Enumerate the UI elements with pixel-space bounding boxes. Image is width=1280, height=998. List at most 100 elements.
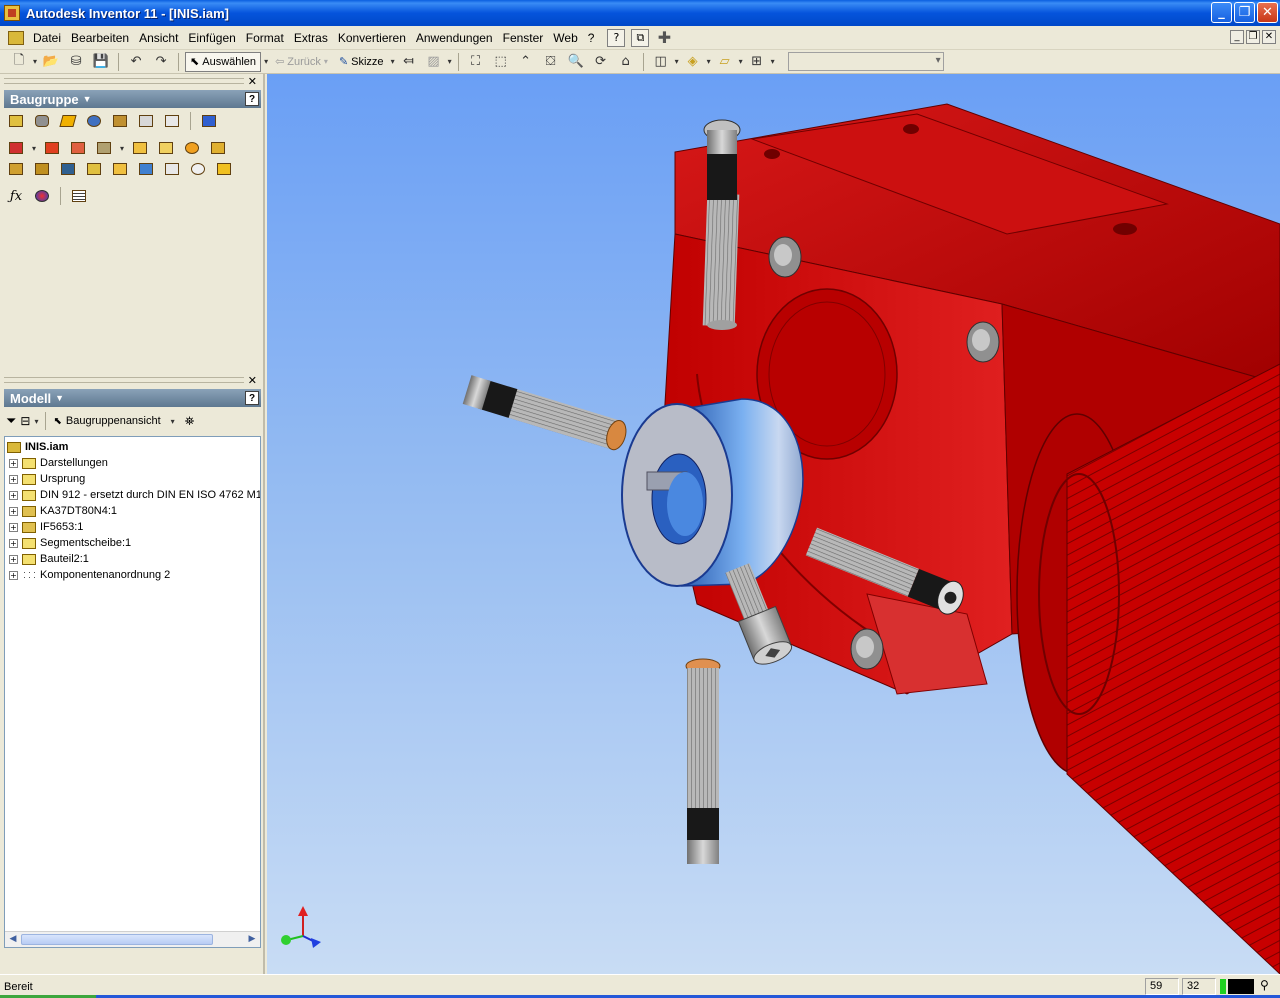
zoom-icon[interactable]: ⌃: [515, 52, 537, 72]
hierarchy-icon[interactable]: ⊟: [20, 414, 30, 428]
menu-datei[interactable]: Datei: [28, 31, 66, 45]
expand-icon[interactable]: +: [9, 506, 18, 516]
menu-help[interactable]: ?: [583, 31, 600, 45]
extrude-icon[interactable]: [6, 160, 26, 178]
tree-root[interactable]: INIS.iam: [5, 439, 260, 455]
add-icon[interactable]: ✚: [655, 28, 673, 47]
work-axis-icon[interactable]: [156, 139, 176, 157]
motor-body[interactable]: [1016, 363, 1280, 974]
scroll-thumb[interactable]: [21, 934, 213, 945]
bolt-top[interactable]: [702, 119, 741, 330]
panel-help-icon[interactable]: ?: [245, 92, 259, 106]
redo-icon[interactable]: ↷: [150, 52, 172, 72]
tree-item-darstellungen[interactable]: + Darstellungen: [5, 455, 260, 471]
update-dropdown-icon[interactable]: ▾: [448, 57, 452, 66]
shaded-dropdown-icon[interactable]: ▾: [707, 57, 711, 66]
hole-icon[interactable]: [58, 160, 78, 178]
menu-ansicht[interactable]: Ansicht: [134, 31, 183, 45]
sketch-button[interactable]: ✎ Skizze: [335, 52, 388, 72]
zoom-all-icon[interactable]: ⛶: [465, 52, 487, 72]
assembly-view-dropdown[interactable]: Baugruppenansicht: [66, 415, 161, 427]
help-topics-icon[interactable]: ?: [607, 28, 626, 47]
look-at-icon[interactable]: ⌂: [615, 52, 637, 72]
panel-grip[interactable]: [4, 78, 244, 84]
parameters-fx-icon[interactable]: ƒx: [6, 187, 26, 205]
expand-icon[interactable]: +: [9, 554, 18, 564]
expand-icon[interactable]: +: [9, 490, 18, 500]
assembly-panel-header[interactable]: Baugruppe ▼ ?: [4, 90, 261, 108]
shaded-display-icon[interactable]: ◈: [682, 52, 704, 72]
panel-grip[interactable]: [4, 377, 244, 383]
panel-close-icon[interactable]: ✕: [248, 75, 257, 88]
select-button[interactable]: ⬉ Auswählen: [185, 51, 262, 72]
hierarchy-dropdown-icon[interactable]: ▾: [34, 417, 38, 426]
pattern-component-icon[interactable]: [110, 112, 130, 130]
tree-item-ka37dt80n4[interactable]: + KA37DT80N4:1: [5, 503, 260, 519]
bolt-bottom[interactable]: [685, 658, 721, 864]
back-button[interactable]: ⇦ Zurück ▾: [271, 52, 332, 72]
expand-icon[interactable]: +: [9, 538, 18, 548]
expand-icon[interactable]: +: [9, 522, 18, 532]
section-tool-dropdown-icon[interactable]: ▾: [120, 144, 124, 153]
replace-dropdown-icon[interactable]: ▾: [32, 144, 36, 153]
whats-this-icon[interactable]: ⧉: [631, 28, 650, 47]
circular-pattern-icon[interactable]: [188, 160, 208, 178]
chamfer-icon[interactable]: [84, 160, 104, 178]
tree-item-bauteil2[interactable]: + Bauteil2:1: [5, 551, 260, 567]
create-component-icon[interactable]: [32, 112, 52, 130]
shadow-dropdown-icon[interactable]: ▾: [739, 57, 743, 66]
menu-fenster[interactable]: Fenster: [498, 31, 549, 45]
constraint-icon[interactable]: [199, 112, 219, 130]
close-button[interactable]: ✕: [1257, 2, 1278, 23]
display-mode-icon[interactable]: ◫: [650, 52, 672, 72]
revolve-icon[interactable]: [32, 160, 52, 178]
mirror-feature-icon[interactable]: [214, 160, 234, 178]
inventor-app-icon[interactable]: [4, 5, 20, 21]
project-icon[interactable]: ⛁: [65, 52, 87, 72]
pan-icon[interactable]: ⛋: [540, 52, 562, 72]
move-component-icon[interactable]: [42, 139, 62, 157]
section-dropdown-icon[interactable]: ▾: [771, 57, 775, 66]
menu-format[interactable]: Format: [241, 31, 289, 45]
tree-item-din912[interactable]: + DIN 912 - ersetzt durch DIN EN ISO 476…: [5, 487, 260, 503]
view-dropdown-icon[interactable]: ▾: [171, 417, 175, 426]
mirror-component-icon[interactable]: [136, 112, 156, 130]
open-folder-icon[interactable]: 📂: [40, 52, 62, 72]
model-tree[interactable]: INIS.iam + Darstellungen + Ursprung + DI…: [4, 436, 261, 948]
menu-extras[interactable]: Extras: [289, 31, 333, 45]
zoom-window-icon[interactable]: ⬚: [490, 52, 512, 72]
mdi-close-button[interactable]: ✕: [1262, 30, 1276, 44]
expand-icon[interactable]: +: [9, 570, 18, 580]
zoom-selected-icon[interactable]: 🔍: [565, 52, 587, 72]
tree-item-komponentenanordnung[interactable]: + Komponentenanordnung 2: [5, 567, 260, 583]
fillet-icon[interactable]: [110, 160, 130, 178]
menu-anwendungen[interactable]: Anwendungen: [411, 31, 498, 45]
color-style-combo[interactable]: [787, 52, 944, 71]
tree-item-ursprung[interactable]: + Ursprung: [5, 471, 260, 487]
hub-segment-washer[interactable]: [621, 398, 804, 587]
sketch-dropdown-icon[interactable]: ▾: [391, 57, 395, 66]
replace-component-icon[interactable]: [6, 139, 26, 157]
panel-help-icon[interactable]: ?: [245, 391, 259, 405]
new-dropdown-icon[interactable]: ▾: [33, 57, 37, 66]
rotate-icon[interactable]: ⟳: [590, 52, 612, 72]
minimize-button[interactable]: _: [1211, 2, 1232, 23]
model-panel-header[interactable]: Modell ▼ ?: [4, 389, 261, 407]
tree-item-if5653[interactable]: + IF5653:1: [5, 519, 260, 535]
restore-button[interactable]: ❐: [1234, 2, 1255, 23]
section-view-icon[interactable]: ⊞: [746, 52, 768, 72]
menu-bearbeiten[interactable]: Bearbeiten: [66, 31, 134, 45]
content-center-icon[interactable]: [84, 112, 104, 130]
expand-icon[interactable]: +: [9, 458, 18, 468]
save-icon[interactable]: 💾: [90, 52, 112, 72]
new-file-icon[interactable]: 🗋: [8, 52, 30, 72]
display-mode-dropdown-icon[interactable]: ▾: [675, 57, 679, 66]
mdi-minimize-button[interactable]: _: [1230, 30, 1244, 44]
place-component-icon[interactable]: [6, 112, 26, 130]
find-binoculars-icon[interactable]: ⛯: [185, 414, 195, 429]
menu-konvertieren[interactable]: Konvertieren: [333, 31, 411, 45]
document-menu-icon[interactable]: [8, 30, 24, 45]
scroll-left-icon[interactable]: ◀: [7, 934, 19, 946]
section-icon[interactable]: [94, 139, 114, 157]
edit-part-icon[interactable]: [58, 112, 78, 130]
